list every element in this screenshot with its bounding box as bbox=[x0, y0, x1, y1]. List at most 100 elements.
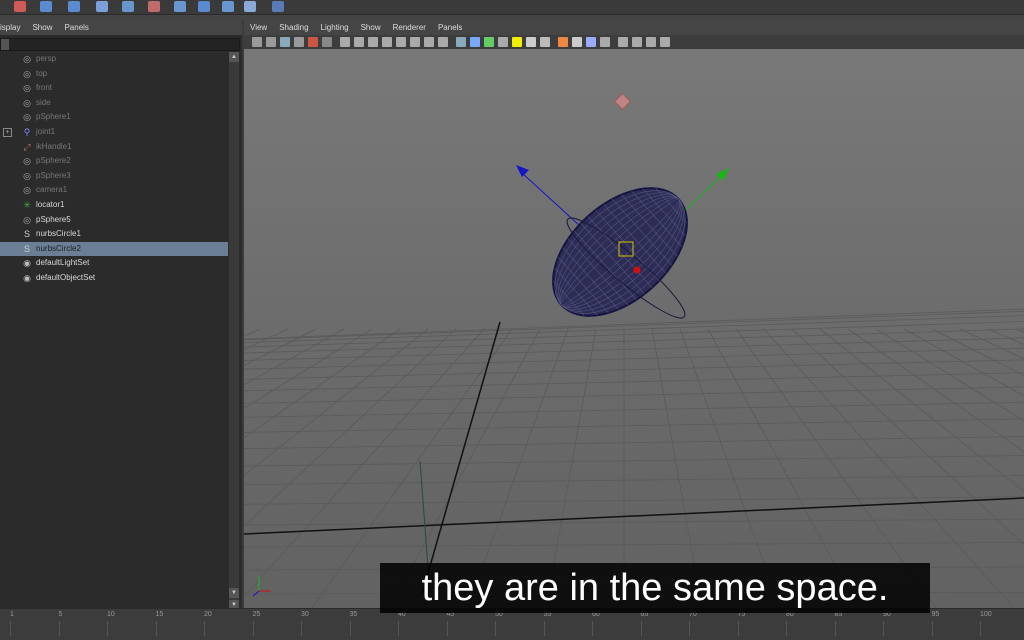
viewport-tool-icon[interactable] bbox=[368, 37, 378, 47]
shelf-tool-icon[interactable] bbox=[244, 1, 256, 12]
shelf-tool-icon[interactable] bbox=[68, 1, 80, 12]
camera-icon: ◎ bbox=[23, 54, 31, 64]
viewport-tool-icon[interactable] bbox=[618, 37, 628, 47]
outliner-item-label: pSphere2 bbox=[36, 156, 71, 166]
outliner-item-label: persp bbox=[36, 54, 57, 63]
viewport-tool-icon[interactable] bbox=[498, 37, 508, 47]
viewport-tool-icon[interactable] bbox=[322, 37, 332, 47]
menu-panels[interactable]: Panels bbox=[58, 23, 94, 32]
pSphere5-mesh[interactable] bbox=[529, 163, 711, 340]
outliner-item[interactable]: ◉ defaultLightSet bbox=[0, 256, 228, 270]
viewport-tool-icon[interactable] bbox=[586, 37, 596, 47]
shelf-tool-icon[interactable] bbox=[148, 1, 160, 12]
curve-icon: S bbox=[23, 243, 30, 254]
menu-show[interactable]: Show bbox=[26, 23, 58, 32]
menu-display[interactable]: isplay bbox=[0, 23, 26, 32]
viewport-tool-icon[interactable] bbox=[308, 37, 318, 47]
viewport-tool-icon[interactable] bbox=[266, 37, 276, 47]
viewport-tool-icon[interactable] bbox=[632, 37, 642, 47]
timeline-tick-label: 1 bbox=[10, 611, 14, 618]
timeline-tick bbox=[543, 621, 545, 636]
viewport-tool-icon[interactable] bbox=[484, 37, 494, 47]
timeline-tick bbox=[155, 621, 157, 636]
viewport-tool-icon[interactable] bbox=[540, 37, 550, 47]
viewport-scene[interactable] bbox=[244, 49, 1024, 608]
outliner-item[interactable]: SnurbsCircle2 bbox=[0, 241, 228, 256]
locator-icon[interactable] bbox=[614, 93, 631, 110]
outliner-item[interactable]: ◎ pSphere2 bbox=[0, 154, 228, 168]
outliner-item[interactable]: ◎ pSphere3 bbox=[0, 169, 228, 183]
viewport-panel[interactable]: View Shading Lighting Show Renderer Pane… bbox=[244, 20, 1024, 608]
shelf-tool-icon[interactable] bbox=[14, 1, 26, 12]
outliner-item[interactable]: ◎ pSphere5 bbox=[0, 213, 228, 227]
outliner-item-label: pSphere1 bbox=[36, 112, 71, 122]
timeline-tick bbox=[737, 621, 739, 636]
viewport-tool-icon[interactable] bbox=[660, 37, 670, 47]
scroll-down-icon[interactable]: ▼ bbox=[229, 588, 239, 598]
shelf-tool-icon[interactable] bbox=[198, 1, 210, 12]
outliner-item[interactable]: SnurbsCircle1 bbox=[0, 227, 228, 241]
mesh-icon: ◎ bbox=[23, 170, 31, 181]
shelf-tool-icon[interactable] bbox=[272, 1, 284, 12]
viewport-tool-icon[interactable] bbox=[252, 37, 262, 47]
viewport-tool-icon[interactable] bbox=[558, 37, 568, 47]
expand-icon[interactable]: + bbox=[3, 128, 12, 137]
viewport-tool-icon[interactable] bbox=[512, 37, 522, 47]
shelf-tool-icon[interactable] bbox=[96, 1, 108, 12]
menu-lighting[interactable]: Lighting bbox=[315, 23, 355, 32]
outliner-item[interactable]: ◎ pSphere1 bbox=[0, 110, 228, 124]
outliner-item[interactable]: ◉ defaultObjectSet bbox=[0, 271, 228, 285]
outliner-item[interactable]: ◎ top bbox=[0, 67, 228, 81]
viewport-tool-icon[interactable] bbox=[456, 37, 466, 47]
z-axis-arrow-icon[interactable] bbox=[516, 165, 529, 177]
viewport-tool-icon[interactable] bbox=[280, 37, 290, 47]
search-toggle-button[interactable] bbox=[1, 39, 9, 50]
shelf-toolbar bbox=[0, 0, 1024, 15]
outliner-item[interactable]: ⤢ ikHandle1 bbox=[0, 140, 228, 154]
outliner-panel: isplay Show Panels ◎ persp ◎ top ◎ front ◎ side… bbox=[0, 20, 244, 610]
outliner-item[interactable]: + ⚲ joint1 bbox=[0, 125, 228, 139]
set-icon: ◉ bbox=[23, 258, 31, 269]
shelf-tool-icon[interactable] bbox=[222, 1, 234, 12]
outliner-item[interactable]: ◎ persp bbox=[0, 52, 228, 66]
viewport-tool-icon[interactable] bbox=[410, 37, 420, 47]
shelf-tool-icon[interactable] bbox=[40, 1, 52, 12]
timeline-tick-label: 25 bbox=[252, 611, 261, 618]
viewport-tool-icon[interactable] bbox=[600, 37, 610, 47]
viewport-tool-icon[interactable] bbox=[424, 37, 434, 47]
outliner-item[interactable]: ✳ locator1 bbox=[0, 198, 228, 212]
caption-text: they are in the same space. bbox=[421, 566, 889, 609]
outliner-item[interactable]: ◎ camera1 bbox=[0, 183, 228, 197]
menu-renderer[interactable]: Renderer bbox=[387, 23, 432, 32]
world-axis-line bbox=[421, 321, 501, 595]
viewport-tool-icon[interactable] bbox=[646, 37, 656, 47]
menu-shading[interactable]: Shading bbox=[273, 23, 314, 32]
mesh-icon: ◎ bbox=[23, 214, 31, 225]
outliner-search-field[interactable] bbox=[0, 38, 240, 51]
viewport-tool-icon[interactable] bbox=[438, 37, 448, 47]
scroll-up-icon[interactable]: ▲ bbox=[229, 52, 239, 62]
viewport-tool-icon[interactable] bbox=[340, 37, 350, 47]
viewport-tool-icon[interactable] bbox=[294, 37, 304, 47]
view-axis-indicator bbox=[252, 576, 271, 597]
viewport-tool-icon[interactable] bbox=[572, 37, 582, 47]
timeline-tick-label: 5 bbox=[58, 611, 63, 618]
viewport-tool-icon[interactable] bbox=[526, 37, 536, 47]
outliner-item[interactable]: ◎ front bbox=[0, 81, 228, 95]
shelf-tool-icon[interactable] bbox=[122, 1, 134, 12]
menu-view[interactable]: View bbox=[244, 23, 273, 32]
joint-icon: ⚲ bbox=[23, 127, 31, 137]
viewport-tool-icon[interactable] bbox=[382, 37, 392, 47]
x-axis-handle[interactable] bbox=[633, 266, 641, 274]
outliner-scrollbar[interactable]: ▲ ▼ ▼ bbox=[229, 52, 239, 610]
outliner-item-label: locator1 bbox=[36, 200, 65, 209]
shelf-tool-icon[interactable] bbox=[174, 1, 186, 12]
viewport-tool-icon[interactable] bbox=[354, 37, 364, 47]
viewport-tool-icon[interactable] bbox=[396, 37, 406, 47]
outliner-item[interactable]: ◎ side bbox=[0, 96, 228, 110]
menu-panels[interactable]: Panels bbox=[432, 23, 468, 32]
timeline-tick bbox=[107, 621, 108, 636]
menu-show[interactable]: Show bbox=[355, 23, 387, 32]
timeline-tick-label: 30 bbox=[301, 611, 309, 618]
viewport-tool-icon[interactable] bbox=[470, 37, 480, 47]
